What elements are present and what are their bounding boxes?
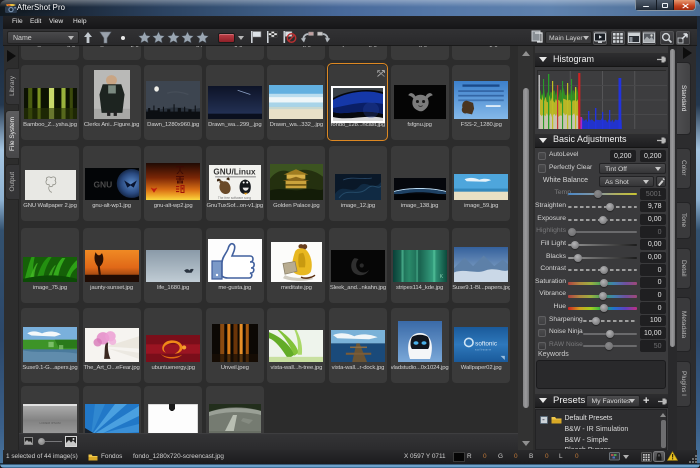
svg-text:s o f t w a r e: s o f t w a r e <box>475 347 491 351</box>
svg-text:softonic: softonic <box>475 340 497 347</box>
svg-text:The free software song: The free software song <box>218 196 251 200</box>
svg-text:K: K <box>439 273 443 279</box>
svg-text:GNU: GNU <box>93 180 112 190</box>
svg-text:GNU/Linux: GNU/Linux <box>213 167 256 176</box>
svg-text:LOREM IPSUM: LOREM IPSUM <box>39 421 61 425</box>
